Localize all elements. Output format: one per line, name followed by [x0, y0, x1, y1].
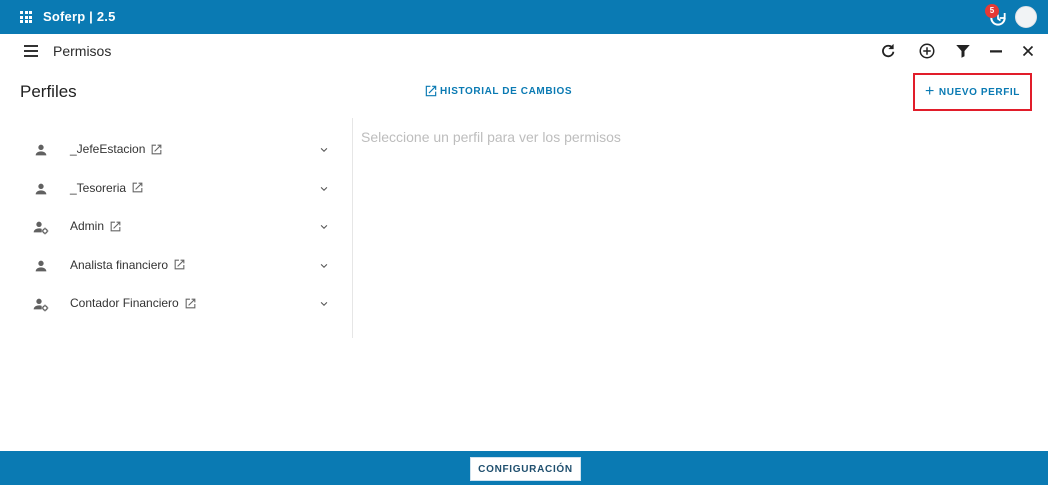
- chevron-down-icon[interactable]: [318, 184, 330, 194]
- profile-name: Analista financiero: [70, 257, 169, 272]
- top-bar: Soferp | 2.5 5: [0, 0, 1048, 34]
- chevron-down-icon[interactable]: [318, 261, 330, 271]
- profile-item[interactable]: _Tesoreria: [0, 169, 352, 208]
- configuration-button[interactable]: CONFIGURACIÓN: [470, 457, 581, 481]
- filter-icon[interactable]: [954, 42, 972, 60]
- menu-icon[interactable]: [24, 45, 38, 57]
- person-settings-icon: [33, 221, 49, 235]
- profiles-list: _JefeEstacion _Tesoreria Admin Analista …: [0, 130, 352, 323]
- profile-item[interactable]: Admin: [0, 207, 352, 246]
- footer-bar: CONFIGURACIÓN: [0, 451, 1048, 485]
- profile-name: Contador Financiero: [70, 296, 179, 310]
- open-external-icon: [425, 85, 437, 97]
- page-title: Permisos: [53, 43, 112, 59]
- add-circle-icon[interactable]: [918, 42, 936, 60]
- profile-name: Admin: [70, 219, 105, 233]
- open-external-icon[interactable]: [173, 258, 186, 271]
- page-header: Permisos: [0, 34, 1048, 68]
- user-avatar[interactable]: [1015, 6, 1037, 28]
- profile-name: _JefeEstacion: [70, 142, 146, 156]
- profile-item[interactable]: _JefeEstacion: [0, 130, 352, 169]
- notification-badge: 5: [985, 4, 999, 18]
- apps-grid-icon[interactable]: [20, 11, 32, 23]
- chevron-down-icon[interactable]: [318, 145, 330, 155]
- open-external-icon[interactable]: [150, 143, 163, 156]
- person-settings-icon: [33, 298, 49, 312]
- person-icon: [35, 260, 47, 271]
- new-profile-label: NUEVO PERFIL: [938, 86, 1021, 98]
- open-external-icon[interactable]: [109, 220, 122, 233]
- open-external-icon[interactable]: [131, 181, 144, 194]
- section-title: Perfiles: [20, 82, 77, 101]
- profile-item[interactable]: Analista financiero: [0, 246, 352, 285]
- permissions-placeholder: Seleccione un perfil para ver los permis…: [361, 129, 621, 145]
- profile-name: _Tesoreria: [70, 180, 127, 195]
- history-link[interactable]: HISTORIAL DE CAMBIOS: [424, 84, 572, 98]
- chevron-down-icon[interactable]: [318, 222, 330, 232]
- person-icon: [35, 144, 47, 156]
- history-link-label: HISTORIAL DE CAMBIOS: [440, 85, 573, 97]
- panel-divider: [352, 118, 353, 338]
- refresh-icon[interactable]: [879, 42, 897, 60]
- new-profile-button[interactable]: + NUEVO PERFIL: [913, 73, 1032, 111]
- open-external-icon[interactable]: [184, 297, 197, 310]
- minimize-icon[interactable]: [987, 42, 1005, 60]
- person-icon: [35, 183, 47, 194]
- profile-item[interactable]: Contador Financiero: [0, 284, 352, 323]
- chevron-down-icon[interactable]: [318, 299, 330, 309]
- app-title: Soferp | 2.5: [43, 9, 116, 24]
- plus-icon: +: [924, 83, 935, 100]
- close-icon[interactable]: [1019, 42, 1037, 60]
